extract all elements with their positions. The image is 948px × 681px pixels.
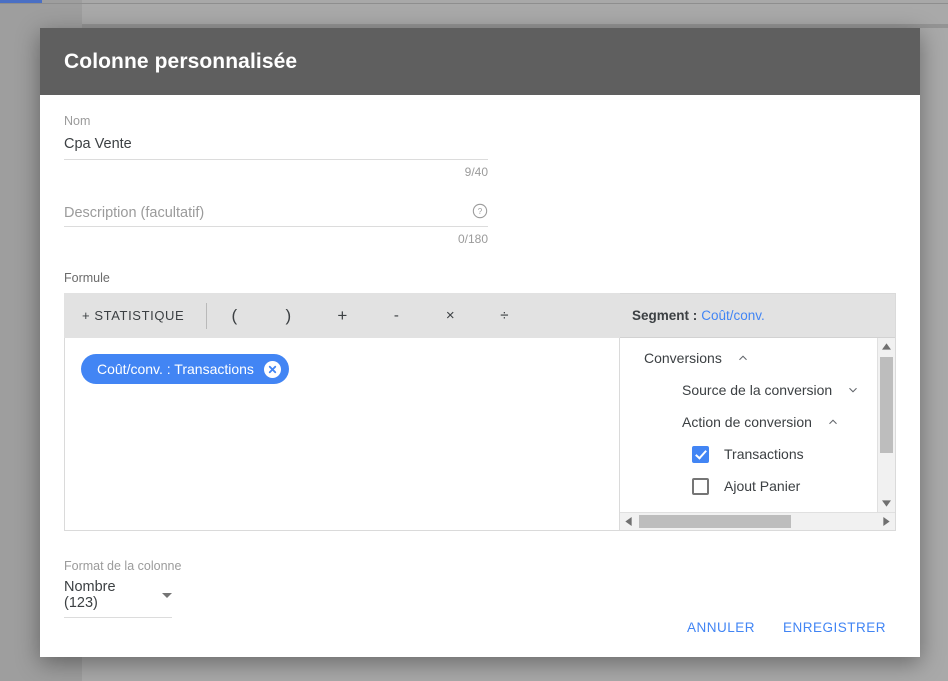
- chevron-up-icon[interactable]: [736, 351, 750, 365]
- checkbox-unchecked-icon[interactable]: [692, 477, 709, 495]
- formula-toolbar: + STATISTIQUE ( ) + - × ÷: [64, 293, 620, 338]
- vertical-scroll-thumb[interactable]: [880, 357, 893, 453]
- operator-plus-button[interactable]: +: [315, 306, 369, 326]
- formula-canvas[interactable]: Coût/conv. : Transactions: [64, 338, 620, 531]
- formula-chip[interactable]: Coût/conv. : Transactions: [81, 354, 289, 384]
- segment-tree-area: Conversions Source de la conversion Acti…: [620, 338, 895, 512]
- dialog-header: Colonne personnalisée: [40, 28, 920, 95]
- checkbox-checked-icon[interactable]: [692, 445, 709, 463]
- tree-group-conversion-source[interactable]: Source de la conversion: [620, 374, 877, 406]
- custom-column-dialog: Colonne personnalisée Nom Cpa Vente 9/40…: [40, 28, 920, 657]
- segment-vertical-scrollbar[interactable]: [877, 338, 895, 512]
- description-row: Description (facultatif) ?: [64, 200, 488, 226]
- operator-close-paren-button[interactable]: ): [261, 306, 315, 326]
- add-statistic-button[interactable]: + STATISTIQUE: [64, 308, 206, 323]
- chevron-down-icon[interactable]: [846, 383, 860, 397]
- formula-editor: + STATISTIQUE ( ) + - × ÷ Coût/conv. : T…: [64, 293, 896, 531]
- page-backdrop: Colonne personnalisée Nom Cpa Vente 9/40…: [0, 0, 948, 681]
- tree-checkbox-transactions[interactable]: Transactions: [620, 438, 877, 470]
- column-format-group: Format de la colonne Nombre (123): [64, 557, 896, 618]
- scroll-up-arrow-icon[interactable]: [882, 338, 891, 355]
- segment-panel: Segment : Coût/conv. Conversions Source …: [620, 293, 896, 531]
- chevron-up-icon[interactable]: [826, 415, 840, 429]
- name-field-group: Nom Cpa Vente 9/40: [64, 113, 896, 182]
- tree-item-label: Conversions: [644, 350, 722, 366]
- scroll-down-arrow-icon[interactable]: [882, 495, 891, 512]
- tree-item-label: Ajout Panier: [724, 478, 801, 494]
- formula-chip-label: Coût/conv. : Transactions: [97, 361, 254, 377]
- tree-item-label: Transactions: [724, 446, 804, 462]
- operator-minus-button[interactable]: -: [369, 307, 423, 324]
- operator-multiply-button[interactable]: ×: [423, 307, 477, 324]
- tree-item-label: Source de la conversion: [682, 382, 833, 398]
- save-button[interactable]: ENREGISTRER: [773, 612, 896, 643]
- column-format-value: Nombre (123): [64, 579, 116, 611]
- segment-header-label: Segment :: [632, 308, 698, 323]
- column-format-label: Format de la colonne: [64, 559, 182, 573]
- name-input[interactable]: Cpa Vente: [64, 129, 896, 159]
- dialog-title: Colonne personnalisée: [64, 49, 298, 73]
- chevron-down-icon: [162, 592, 172, 598]
- tree-group-conversions[interactable]: Conversions: [620, 342, 877, 374]
- tree-checkbox-ajout-panier[interactable]: Ajout Panier: [620, 470, 877, 502]
- backdrop-top-divider: [0, 3, 948, 4]
- segment-horizontal-scrollbar[interactable]: [620, 512, 895, 530]
- vertical-scroll-track[interactable]: [878, 355, 895, 495]
- horizontal-scroll-track[interactable]: [637, 513, 878, 530]
- help-circle-icon[interactable]: ?: [472, 203, 488, 224]
- operator-divide-button[interactable]: ÷: [477, 307, 531, 324]
- scroll-right-arrow-icon[interactable]: [878, 517, 895, 526]
- operator-open-paren-button[interactable]: (: [207, 306, 261, 326]
- description-char-counter: 0/180: [457, 232, 488, 246]
- name-char-counter: 9/40: [464, 165, 488, 179]
- close-circle-icon[interactable]: [263, 360, 281, 378]
- tree-group-conversion-action[interactable]: Action de conversion: [620, 406, 877, 438]
- tree-item-label: Action de conversion: [682, 414, 812, 430]
- formula-section-label: Formule: [64, 271, 110, 285]
- segment-tree-list: Conversions Source de la conversion Acti…: [620, 338, 877, 512]
- name-field-label: Nom: [64, 114, 91, 128]
- scroll-left-arrow-icon[interactable]: [620, 517, 637, 526]
- column-format-select[interactable]: Nombre (123): [64, 575, 172, 618]
- dialog-body: Nom Cpa Vente 9/40 Description (facultat…: [40, 113, 920, 618]
- segment-header-value[interactable]: Coût/conv.: [701, 308, 765, 323]
- formula-left-pane: + STATISTIQUE ( ) + - × ÷ Coût/conv. : T…: [64, 293, 620, 531]
- cancel-button[interactable]: ANNULER: [677, 612, 765, 643]
- horizontal-scroll-thumb[interactable]: [639, 515, 791, 528]
- dialog-actions: ANNULER ENREGISTRER: [677, 612, 896, 643]
- description-input[interactable]: Description (facultatif): [64, 205, 204, 221]
- svg-text:?: ?: [478, 207, 483, 216]
- description-field-group: Description (facultatif) ? 0/180: [64, 200, 896, 249]
- backdrop-accent-bar: [0, 0, 42, 3]
- segment-header: Segment : Coût/conv.: [620, 294, 895, 338]
